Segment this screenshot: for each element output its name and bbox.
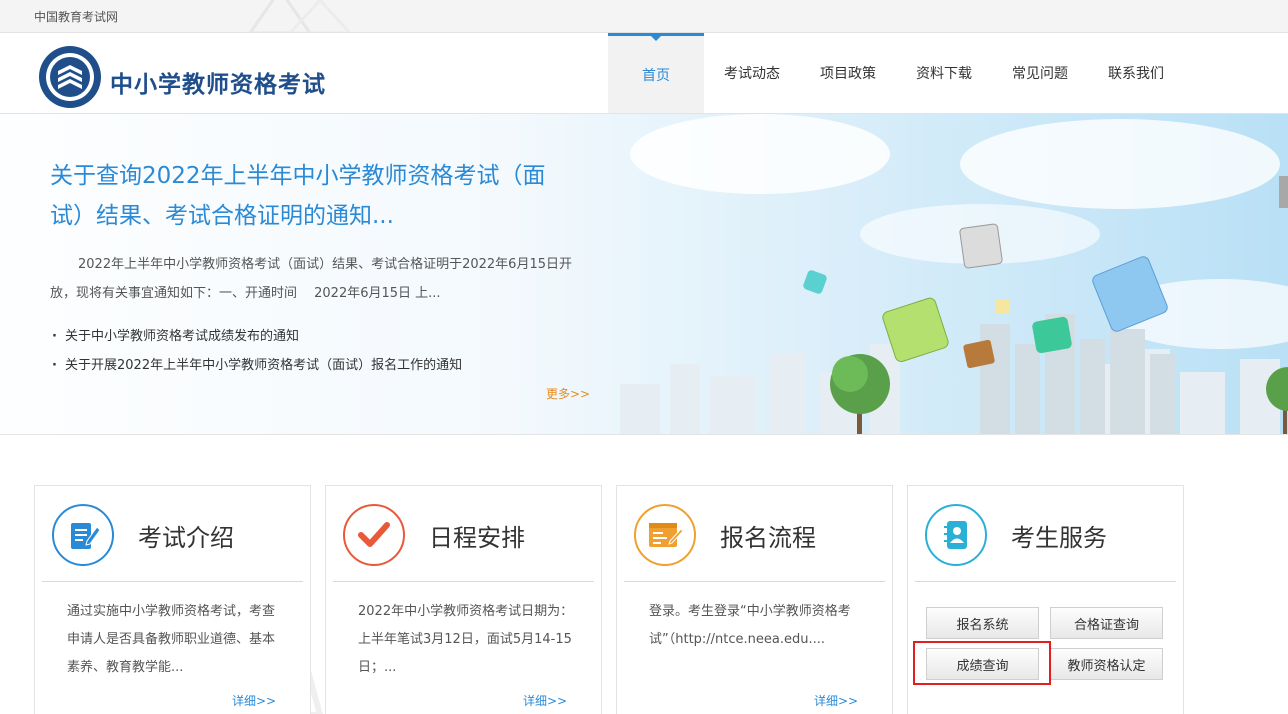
more-news-link[interactable]: 更多>> — [546, 385, 590, 402]
main-nav: 首页 考试动态 项目政策 资料下载 常见问题 联系我们 — [608, 33, 1184, 113]
card-body: 通过实施中小学教师资格考试，考查申请人是否具备教师职业道德、基本素养、教育教学能… — [67, 604, 276, 675]
card-schedule: 日程安排 2022年中小学教师资格考试日期为：上半年笔试3月12日，面试5月14… — [325, 485, 602, 714]
nav-policy[interactable]: 项目政策 — [800, 33, 896, 113]
card-exam-intro: 考试介绍 通过实施中小学教师资格考试，考查申请人是否具备教师职业道德、基本素养、… — [34, 485, 311, 714]
site-title[interactable]: 中小学教师资格考试 — [110, 65, 326, 99]
top-bar: 中国教育考试网 — [0, 0, 1288, 33]
certificate-query-button[interactable]: 合格证查询 — [1050, 607, 1163, 639]
hero-banner: 关于查询2022年上半年中小学教师资格考试（面试）结果、考试合格证明的通知...… — [0, 114, 1288, 435]
form-edit-icon — [634, 504, 696, 566]
card-more-link[interactable]: 详细>> — [814, 692, 858, 709]
registration-system-button[interactable]: 报名系统 — [926, 607, 1039, 639]
teacher-certification-button[interactable]: 教师资格认定 — [1050, 648, 1163, 680]
headline-summary: 2022年上半年中小学教师资格考试（面试）结果、考试合格证明于2022年6月15… — [50, 257, 572, 301]
card-more-link[interactable]: 详细>> — [523, 692, 567, 709]
news-item[interactable]: 关于中小学教师资格考试成绩发布的通知 — [52, 322, 462, 351]
headline-link[interactable]: 关于查询2022年上半年中小学教师资格考试（面试）结果、考试合格证明的通知... — [50, 156, 580, 236]
nav-downloads[interactable]: 资料下载 — [896, 33, 992, 113]
card-body: 登录。考生登录“中小学教师资格考试”（http://ntce.neea.edu.… — [649, 604, 851, 647]
document-edit-icon — [52, 504, 114, 566]
nav-contact[interactable]: 联系我们 — [1088, 33, 1184, 113]
news-list: 关于中小学教师资格考试成绩发布的通知 关于开展2022年上半年中小学教师资格考试… — [52, 322, 462, 380]
card-more-link[interactable]: 详细>> — [232, 692, 276, 709]
city-illustration — [620, 114, 1288, 434]
decorative-triangles — [248, 0, 352, 32]
card-title: 考生服务 — [1011, 524, 1107, 552]
nav-exam-news[interactable]: 考试动态 — [704, 33, 800, 113]
score-query-highlight — [913, 641, 1051, 685]
card-title: 报名流程 — [720, 524, 816, 552]
nav-home[interactable]: 首页 — [608, 33, 704, 113]
contact-book-icon — [925, 504, 987, 566]
card-title: 考试介绍 — [138, 524, 234, 552]
news-item[interactable]: 关于开展2022年上半年中小学教师资格考试（面试）报名工作的通知 — [52, 351, 462, 380]
card-registration: 报名流程 登录。考生登录“中小学教师资格考试”（http://ntce.neea… — [616, 485, 893, 714]
side-scroll-tab[interactable] — [1279, 176, 1288, 208]
nav-faq[interactable]: 常见问题 — [992, 33, 1088, 113]
site-header: 中小学教师资格考试 首页 考试动态 项目政策 资料下载 常见问题 联系我们 — [0, 33, 1288, 114]
ntce-logo-icon[interactable] — [38, 45, 102, 109]
neea-site-link[interactable]: 中国教育考试网 — [34, 8, 118, 25]
checkmark-icon — [343, 504, 405, 566]
card-body: 2022年中小学教师资格考试日期为：上半年笔试3月12日，面试5月14-15日；… — [358, 604, 574, 675]
card-title: 日程安排 — [429, 524, 525, 552]
